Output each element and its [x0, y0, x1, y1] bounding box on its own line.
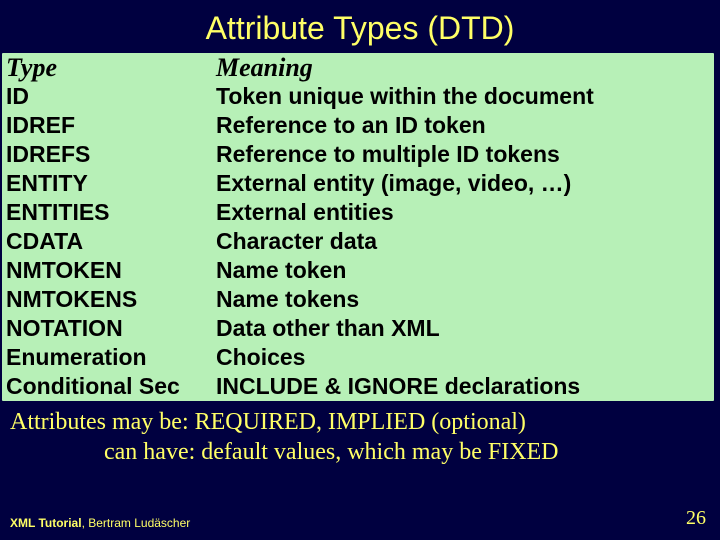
cell-type: IDREFS: [4, 140, 216, 169]
page-number: 26: [686, 507, 706, 530]
cell-meaning: Choices: [216, 343, 712, 372]
cell-meaning: Character data: [216, 227, 712, 256]
cell-type: Conditional Sec: [4, 372, 216, 401]
table-row: Conditional Sec INCLUDE & IGNORE declara…: [4, 372, 712, 401]
cell-meaning: Data other than XML: [216, 314, 712, 343]
table-row: IDREFS Reference to multiple ID tokens: [4, 140, 712, 169]
cell-type: NMTOKENS: [4, 285, 216, 314]
table-row: CDATA Character data: [4, 227, 712, 256]
table-row: NMTOKENS Name tokens: [4, 285, 712, 314]
table-row: IDREF Reference to an ID token: [4, 111, 712, 140]
cell-type: CDATA: [4, 227, 216, 256]
cell-type: NMTOKEN: [4, 256, 216, 285]
cell-type: ID: [4, 82, 216, 111]
footer-left: XML Tutorial, Bertram Ludäscher: [10, 516, 190, 530]
table-row: Enumeration Choices: [4, 343, 712, 372]
cell-meaning: Token unique within the document: [216, 82, 712, 111]
cell-meaning: Name tokens: [216, 285, 712, 314]
cell-meaning: Reference to an ID token: [216, 111, 712, 140]
table-row: NOTATION Data other than XML: [4, 314, 712, 343]
footer-title: XML Tutorial: [10, 516, 82, 530]
header-type: Type: [4, 53, 216, 82]
header-meaning: Meaning: [216, 53, 712, 82]
cell-type: ENTITY: [4, 169, 216, 198]
table-header-row: Type Meaning: [4, 53, 712, 82]
cell-meaning: Name token: [216, 256, 712, 285]
notes: Attributes may be: REQUIRED, IMPLIED (op…: [4, 407, 720, 467]
table-row: ENTITY External entity (image, video, …): [4, 169, 712, 198]
table-row: NMTOKEN Name token: [4, 256, 712, 285]
cell-type: IDREF: [4, 111, 216, 140]
slide: Attribute Types (DTD) Type Meaning ID To…: [0, 0, 720, 540]
cell-meaning: Reference to multiple ID tokens: [216, 140, 712, 169]
cell-type: NOTATION: [4, 314, 216, 343]
notes-line-2: can have: default values, which may be F…: [4, 437, 720, 467]
cell-type: Enumeration: [4, 343, 216, 372]
slide-title: Attribute Types (DTD): [0, 0, 720, 53]
cell-meaning: External entities: [216, 198, 712, 227]
cell-type: ENTITIES: [4, 198, 216, 227]
footer-author: , Bertram Ludäscher: [82, 516, 191, 530]
attribute-types-table: Type Meaning ID Token unique within the …: [2, 53, 714, 401]
table-row: ID Token unique within the document: [4, 82, 712, 111]
notes-line-1: Attributes may be: REQUIRED, IMPLIED (op…: [4, 407, 720, 437]
cell-meaning: External entity (image, video, …): [216, 169, 712, 198]
cell-meaning: INCLUDE & IGNORE declarations: [216, 372, 712, 401]
table-row: ENTITIES External entities: [4, 198, 712, 227]
